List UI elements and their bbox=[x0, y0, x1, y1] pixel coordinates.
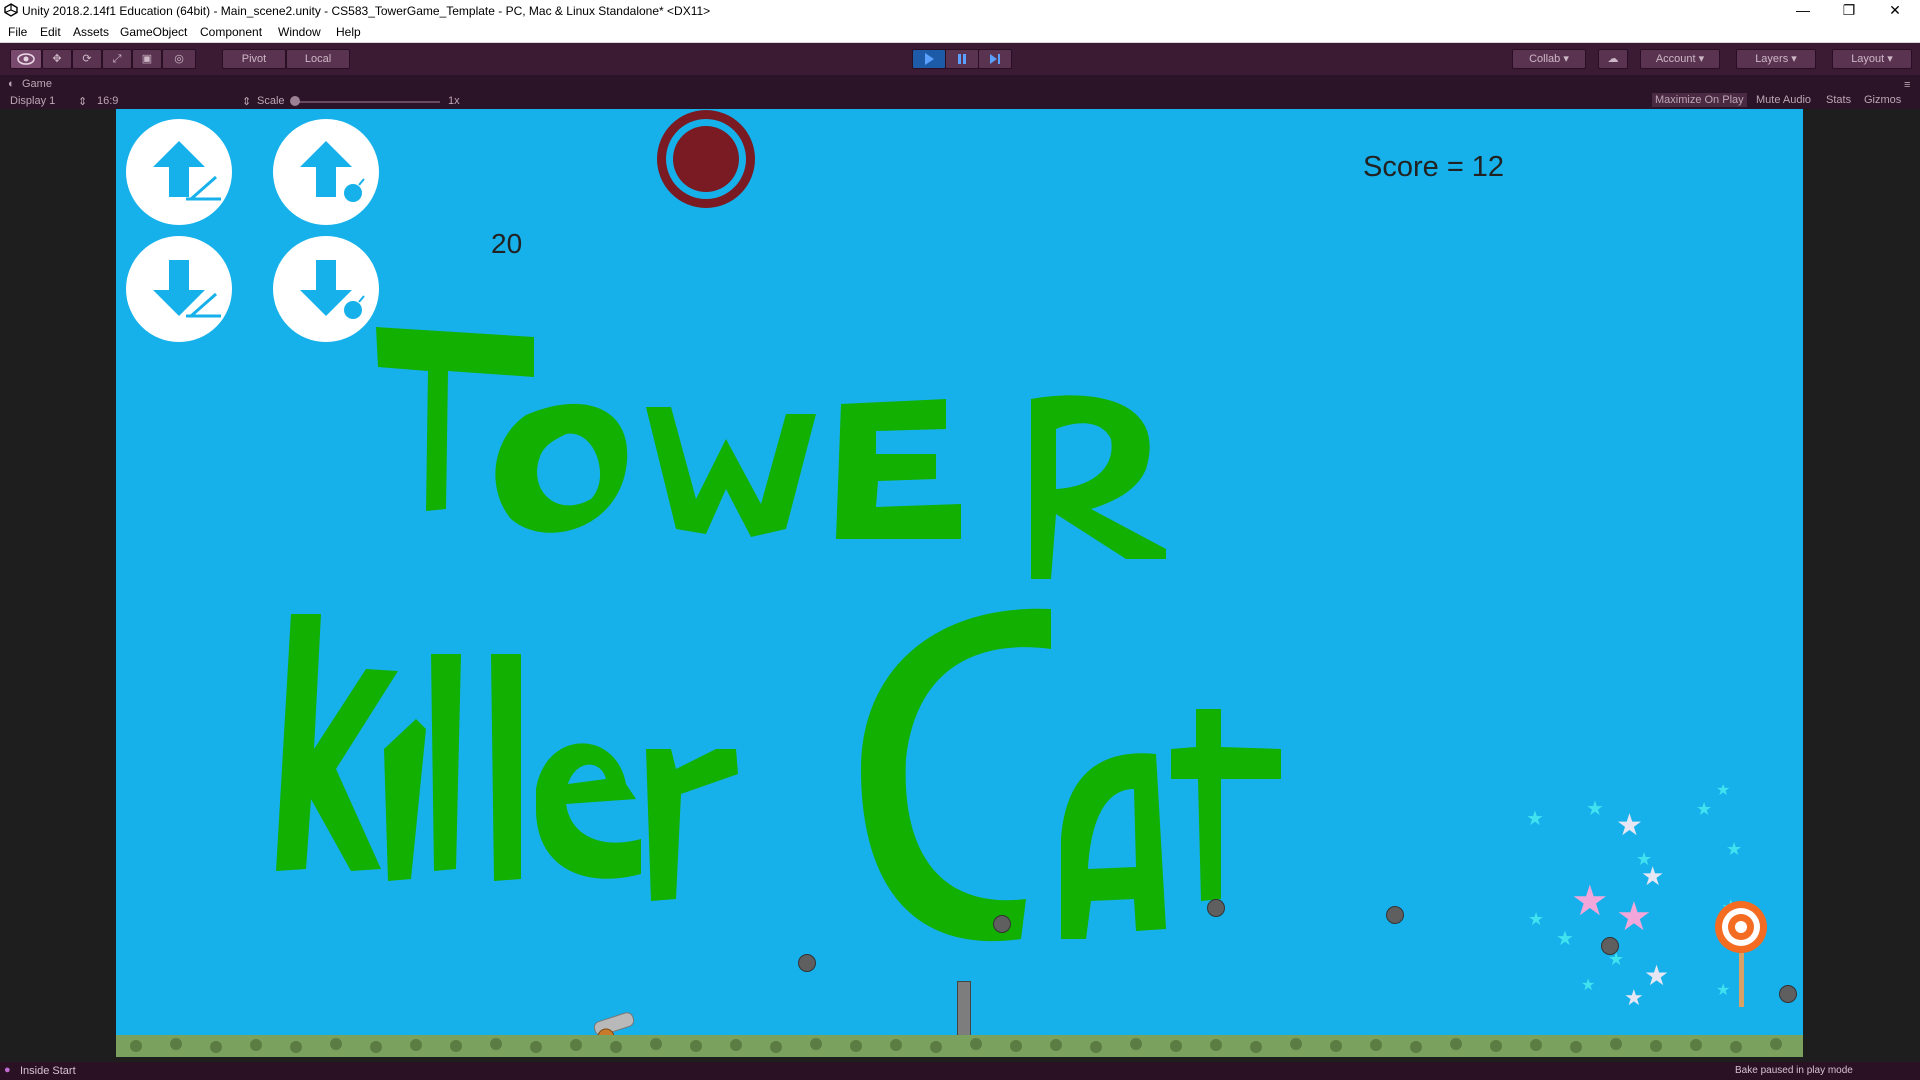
scale-slider-handle[interactable] bbox=[290, 96, 300, 106]
step-icon[interactable] bbox=[978, 49, 1012, 69]
cannonball bbox=[798, 954, 816, 972]
status-message[interactable]: Inside Start bbox=[20, 1065, 76, 1077]
menu-help[interactable]: Help bbox=[336, 25, 361, 39]
svg-text:★: ★ bbox=[1616, 894, 1652, 940]
scale-value: 1x bbox=[448, 95, 460, 107]
dropdown-icon: ⇕ bbox=[78, 96, 88, 108]
info-icon: ● bbox=[4, 1064, 11, 1076]
game-tab-bar: ◐ Game Display 1 ⇕ 16:9 ⇕ Scale 1x Maxim… bbox=[0, 75, 1920, 109]
aspect-dropdown[interactable]: 16:9 bbox=[97, 95, 118, 107]
bake-status: Bake paused in play mode bbox=[1735, 1065, 1853, 1076]
svg-text:★: ★ bbox=[1624, 986, 1644, 1011]
scale-label: Scale bbox=[257, 95, 285, 107]
main-toolbar: ✥ ⟳ ⤢ ▣ ◎ Pivot Local Collab ▾ ☁ Account… bbox=[0, 43, 1920, 75]
mute-audio-toggle[interactable]: Mute Audio bbox=[1756, 94, 1811, 106]
maximize-on-play-toggle[interactable]: Maximize On Play bbox=[1652, 93, 1747, 107]
transform-tool-icon[interactable]: ◎ bbox=[162, 49, 196, 69]
cannonball bbox=[1207, 899, 1225, 917]
close-icon[interactable]: ✕ bbox=[1872, 0, 1918, 22]
scale-tool-icon[interactable]: ⤢ bbox=[102, 49, 132, 69]
cannonball bbox=[1779, 985, 1797, 1003]
move-tool-icon[interactable]: ✥ bbox=[42, 49, 72, 69]
window-titlebar: Unity 2018.2.14f1 Education (64bit) - Ma… bbox=[0, 0, 1920, 22]
unity-logo-icon bbox=[4, 3, 18, 17]
restore-icon[interactable]: ❐ bbox=[1826, 0, 1872, 22]
local-toggle[interactable]: Local bbox=[286, 49, 350, 69]
svg-text:★: ★ bbox=[1571, 876, 1609, 925]
layout-dropdown[interactable]: Layout ▾ bbox=[1832, 49, 1912, 69]
menu-file[interactable]: File bbox=[8, 25, 27, 39]
play-icon[interactable] bbox=[912, 49, 946, 69]
layout-label: Layout bbox=[1851, 53, 1885, 65]
menu-assets[interactable]: Assets bbox=[73, 25, 109, 39]
svg-text:★: ★ bbox=[1556, 926, 1574, 950]
game-scene[interactable]: 20 Score = 12 ★ ★ ★ ★ ★ ★ ★ ★ ★ ★ ★ ★ ★ … bbox=[116, 109, 1803, 1057]
cloud-icon[interactable]: ☁ bbox=[1598, 49, 1628, 69]
stats-toggle[interactable]: Stats bbox=[1826, 94, 1851, 106]
menu-component[interactable]: Component bbox=[200, 25, 262, 39]
svg-text:★: ★ bbox=[1726, 839, 1742, 860]
svg-text:★: ★ bbox=[1586, 796, 1604, 820]
rotate-tool-icon[interactable]: ⟳ bbox=[72, 49, 102, 69]
ground-strip bbox=[116, 1035, 1803, 1057]
pivot-toggle[interactable]: Pivot bbox=[222, 49, 286, 69]
svg-text:★: ★ bbox=[1641, 862, 1664, 892]
cannonball bbox=[1386, 906, 1404, 924]
tab-menu-icon[interactable]: ≡ bbox=[1904, 79, 1910, 91]
ground-texture bbox=[116, 1035, 1803, 1057]
svg-text:★: ★ bbox=[1581, 975, 1595, 994]
status-bar: ● Inside Start Bake paused in play mode bbox=[0, 1062, 1920, 1080]
game-tab-icon: ◐ bbox=[8, 78, 15, 90]
collab-dropdown[interactable]: Collab ▾ bbox=[1512, 49, 1586, 69]
local-label: Local bbox=[304, 53, 332, 65]
svg-text:★: ★ bbox=[1526, 806, 1544, 830]
view-tool-icon[interactable] bbox=[10, 49, 42, 69]
bullseye-target-icon bbox=[1715, 901, 1767, 1007]
display-dropdown[interactable]: Display 1 bbox=[10, 95, 55, 107]
scale-slider-track[interactable] bbox=[295, 101, 440, 103]
game-tab[interactable]: Game bbox=[22, 78, 52, 90]
svg-text:★: ★ bbox=[1644, 959, 1669, 992]
minimize-icon[interactable]: — bbox=[1780, 0, 1826, 22]
layers-label: Layers bbox=[1755, 53, 1789, 65]
svg-text:★: ★ bbox=[1608, 949, 1624, 970]
pause-icon[interactable] bbox=[945, 49, 979, 69]
svg-text:★: ★ bbox=[1616, 808, 1643, 843]
account-label: Account bbox=[1655, 53, 1696, 65]
rect-tool-icon[interactable]: ▣ bbox=[132, 49, 162, 69]
svg-text:★: ★ bbox=[1528, 909, 1544, 930]
account-dropdown[interactable]: Account ▾ bbox=[1640, 49, 1720, 69]
window-title: Unity 2018.2.14f1 Education (64bit) - Ma… bbox=[22, 4, 711, 18]
pivot-label: Pivot bbox=[241, 53, 267, 65]
cannonball bbox=[993, 915, 1011, 933]
gizmos-dropdown[interactable]: Gizmos bbox=[1864, 94, 1901, 106]
dropdown-icon: ⇕ bbox=[242, 96, 252, 108]
svg-text:★: ★ bbox=[1696, 799, 1712, 820]
menu-edit[interactable]: Edit bbox=[40, 25, 61, 39]
collab-label: Collab bbox=[1529, 53, 1561, 65]
tower-post bbox=[957, 981, 971, 1041]
menu-window[interactable]: Window bbox=[278, 25, 321, 39]
menu-gameobject[interactable]: GameObject bbox=[120, 25, 187, 39]
svg-text:★: ★ bbox=[1716, 785, 1730, 799]
layers-dropdown[interactable]: Layers ▾ bbox=[1736, 49, 1816, 69]
menu-bar: File Edit Assets GameObject Component Wi… bbox=[0, 22, 1920, 43]
